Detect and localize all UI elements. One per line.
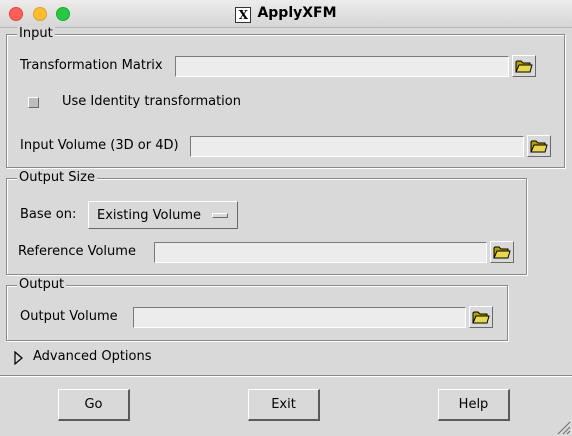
output-volume-label: Output Volume — [20, 309, 118, 324]
help-button[interactable]: Help — [438, 389, 510, 421]
triangle-right-icon — [14, 351, 23, 365]
output-volume-browse-button[interactable] — [469, 306, 493, 328]
use-identity-label: Use Identity transformation — [62, 94, 241, 109]
output-legend: Output — [17, 277, 67, 292]
folder-icon — [472, 311, 490, 324]
option-menu-indicator-icon — [212, 213, 228, 218]
folder-icon — [515, 60, 533, 73]
reference-volume-input[interactable] — [154, 242, 487, 263]
button-bar-separator — [0, 375, 572, 377]
go-button[interactable]: Go — [58, 389, 130, 421]
input-legend: Input — [17, 26, 55, 41]
reference-volume-label: Reference Volume — [18, 244, 136, 259]
input-volume-label: Input Volume (3D or 4D) — [20, 138, 179, 153]
reference-volume-browse-button[interactable] — [490, 241, 514, 263]
use-identity-checkbox[interactable] — [28, 97, 39, 108]
input-volume-input[interactable] — [190, 136, 524, 157]
window-title-area: X ApplyXFM — [0, 5, 572, 23]
output-size-legend: Output Size — [17, 170, 97, 185]
transformation-matrix-browse-button[interactable] — [512, 55, 536, 77]
advanced-options-label: Advanced Options — [33, 349, 152, 364]
advanced-options-toggle[interactable]: Advanced Options — [14, 349, 164, 367]
output-volume-input[interactable] — [133, 307, 466, 328]
base-on-label: Base on: — [20, 207, 77, 222]
exit-button[interactable]: Exit — [248, 389, 320, 421]
title-bar: X ApplyXFM — [0, 0, 572, 28]
window-title: ApplyXFM — [257, 5, 337, 21]
x11-icon: X — [235, 7, 252, 23]
resize-grip-icon[interactable] — [555, 419, 571, 435]
input-volume-browse-button[interactable] — [527, 135, 551, 157]
transformation-matrix-label: Transformation Matrix — [20, 58, 163, 73]
base-on-dropdown[interactable]: Existing Volume — [88, 201, 238, 229]
base-on-value: Existing Volume — [97, 208, 201, 223]
folder-icon — [493, 246, 511, 259]
transformation-matrix-input[interactable] — [175, 56, 509, 77]
folder-icon — [530, 140, 548, 153]
